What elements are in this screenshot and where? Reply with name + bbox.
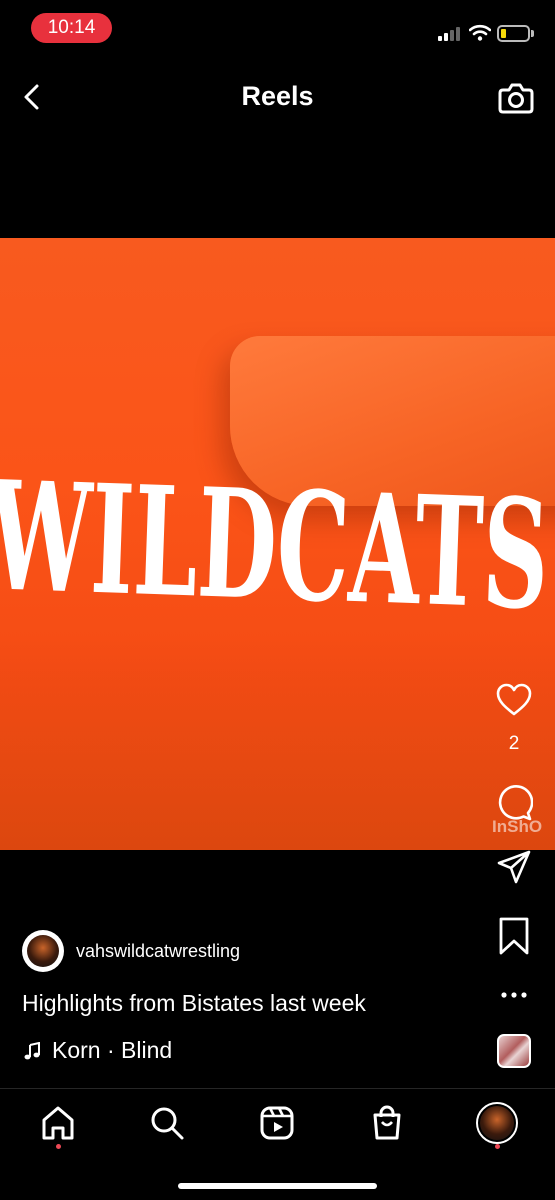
camera-icon[interactable] [496,78,536,118]
home-icon[interactable] [38,1103,78,1143]
audio-label: Korn · Blind [52,1037,173,1063]
search-icon[interactable] [147,1103,187,1143]
home-notification-dot [56,1144,61,1149]
home-indicator [178,1183,377,1189]
post-caption[interactable]: Highlights from Bistates last week [22,990,366,1017]
music-note-icon [24,1042,40,1060]
status-bar: 10:14 [0,0,555,60]
comment-icon[interactable] [495,784,533,822]
battery-icon [497,25,530,42]
avatar[interactable] [22,930,64,972]
heart-icon[interactable] [495,681,533,719]
more-icon[interactable] [498,985,530,1005]
reels-icon[interactable] [257,1103,297,1143]
like-count: 2 [508,733,520,754]
username[interactable]: vahswildcatwrestling [76,941,240,962]
audio-thumbnail[interactable] [497,1034,531,1068]
share-icon[interactable] [496,849,532,885]
cellular-signal-icon [438,27,460,41]
video-artwork: WILDCATS [0,448,552,643]
shop-icon[interactable] [367,1103,407,1143]
page-title: Reels [241,81,314,111]
profile-notification-dot [495,1144,500,1149]
shirt-lettering: WILDCATS [0,448,552,643]
bookmark-icon[interactable] [497,916,531,956]
reel-video[interactable]: WILDCATS InShO [0,238,555,850]
battery-cap [531,30,534,37]
profile-icon[interactable] [476,1102,518,1144]
wifi-icon [469,24,491,41]
reels-header: Reels [0,60,555,134]
status-time: 10:14 [31,13,112,43]
